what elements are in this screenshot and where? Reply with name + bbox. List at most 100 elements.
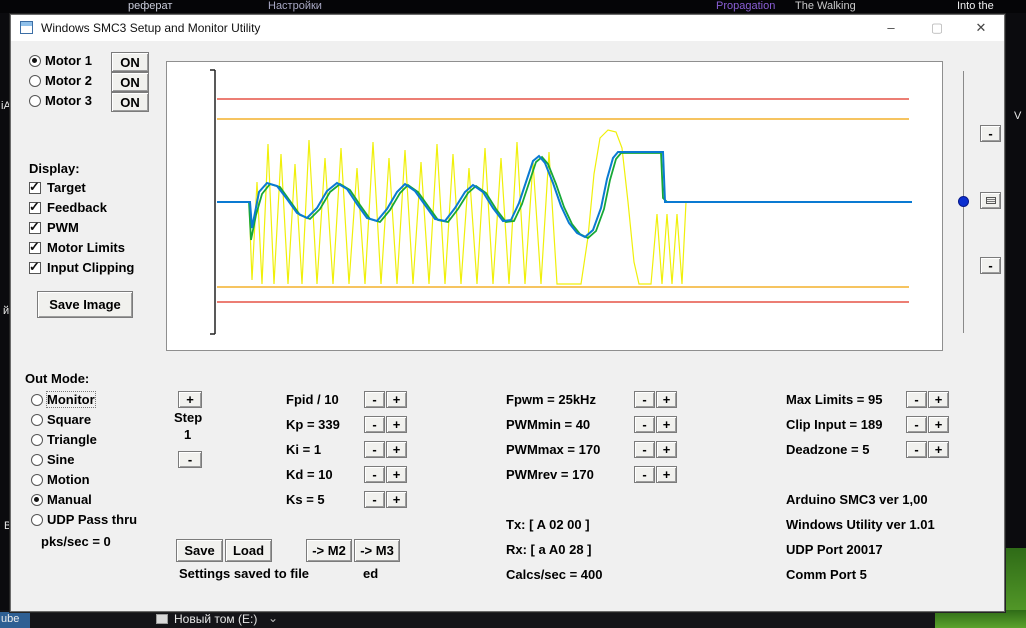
step-plus-button[interactable]: + (178, 391, 202, 408)
fpwm-value: Fpwm = 25kHz (506, 392, 596, 407)
ks-minus-button[interactable]: - (364, 491, 385, 508)
ki-minus-button[interactable]: - (364, 441, 385, 458)
rx-readout: Rx: [ a A0 28 ] (506, 542, 592, 557)
motor-limits-checkbox[interactable] (29, 242, 41, 254)
max-limits-minus-button[interactable]: - (906, 391, 927, 408)
deadzone-minus-button[interactable]: - (906, 441, 927, 458)
kd-minus-button[interactable]: - (364, 466, 385, 483)
pwmmax-plus-button[interactable]: + (656, 441, 677, 458)
motor1-label: Motor 1 (45, 53, 92, 68)
out-mode-motion-label: Motion (47, 472, 90, 487)
save-image-button[interactable]: Save Image (37, 291, 133, 318)
step-label: Step (174, 410, 202, 425)
clip-input-plus-button[interactable]: + (928, 416, 949, 433)
motor3-on-button[interactable]: ON (111, 92, 149, 112)
motor1-radio[interactable] (29, 55, 41, 67)
minimize-button[interactable]: – (874, 17, 908, 39)
pwmmin-plus-button[interactable]: + (656, 416, 677, 433)
out-mode-udp-label: UDP Pass thru (47, 512, 137, 527)
pwmrev-minus-button[interactable]: - (634, 466, 655, 483)
motor-limits-checkbox-label: Motor Limits (47, 240, 125, 255)
wallpaper-green (935, 610, 1026, 628)
background-top-strip: реферат Настройки Propagation The Walkin… (0, 0, 1026, 13)
desktop-icon-text: й (3, 305, 9, 317)
drive-icon (156, 614, 168, 624)
scale-down-button[interactable]: - (980, 257, 1001, 274)
step-value: 1 (184, 427, 191, 442)
deadzone-plus-button[interactable]: + (928, 441, 949, 458)
ki-plus-button[interactable]: + (386, 441, 407, 458)
save-button[interactable]: Save (176, 539, 223, 562)
out-mode-triangle-radio[interactable] (31, 434, 43, 446)
out-mode-monitor-radio[interactable] (31, 394, 43, 406)
step-minus-button[interactable]: - (178, 451, 202, 468)
kd-plus-button[interactable]: + (386, 466, 407, 483)
motor3-radio[interactable] (29, 95, 41, 107)
load-button[interactable]: Load (225, 539, 272, 562)
pwmmax-minus-button[interactable]: - (634, 441, 655, 458)
pwm-checkbox[interactable] (29, 222, 41, 234)
copy-to-m3-button[interactable]: -> M3 (354, 539, 400, 562)
out-mode-motion-radio[interactable] (31, 474, 43, 486)
kp-minus-button[interactable]: - (364, 416, 385, 433)
thumbnail-text: ube (1, 613, 19, 625)
max-limits-plus-button[interactable]: + (928, 391, 949, 408)
close-button[interactable]: ✕ (964, 17, 998, 39)
scale-center-button[interactable] (980, 192, 1001, 209)
taskbar-thumbnail[interactable]: ube (0, 612, 30, 628)
motor2-radio[interactable] (29, 75, 41, 87)
feedback-checkbox-label: Feedback (47, 200, 107, 215)
display-heading: Display: (29, 161, 80, 176)
fpwm-minus-button[interactable]: - (634, 391, 655, 408)
pwmrev-plus-button[interactable]: + (656, 466, 677, 483)
out-mode-triangle-label: Triangle (47, 432, 97, 447)
fpid-value: Fpid / 10 (286, 392, 339, 407)
max-limits-value: Max Limits = 95 (786, 392, 882, 407)
ks-value: Ks = 5 (286, 492, 325, 507)
motor2-on-button[interactable]: ON (111, 72, 149, 92)
out-mode-udp-radio[interactable] (31, 514, 43, 526)
kd-value: Kd = 10 (286, 467, 333, 482)
clip-input-minus-button[interactable]: - (906, 416, 927, 433)
utility-version-text: Windows Utility ver 1.01 (786, 517, 935, 532)
calcs-per-sec-readout: Calcs/sec = 400 (506, 567, 603, 582)
pwmmin-value: PWMmin = 40 (506, 417, 590, 432)
tx-readout: Tx: [ A 02 00 ] (506, 517, 590, 532)
out-mode-manual-radio[interactable] (31, 494, 43, 506)
taskbar-drive-item[interactable]: Новый том (E:) (174, 612, 257, 626)
ki-value: Ki = 1 (286, 442, 321, 457)
fpwm-plus-button[interactable]: + (656, 391, 677, 408)
motor3-label: Motor 3 (45, 93, 92, 108)
out-mode-manual-label: Manual (47, 492, 92, 507)
feedback-checkbox[interactable] (29, 202, 41, 214)
copy-to-m2-button[interactable]: -> M2 (306, 539, 352, 562)
title-bar[interactable]: Windows SMC3 Setup and Monitor Utility –… (11, 15, 1004, 41)
fpid-minus-button[interactable]: - (364, 391, 385, 408)
target-checkbox-label: Target (47, 180, 86, 195)
comm-port-text: Comm Port 5 (786, 567, 867, 582)
motor1-on-button[interactable]: ON (111, 52, 149, 72)
input-clipping-checkbox[interactable] (29, 262, 41, 274)
fpid-plus-button[interactable]: + (386, 391, 407, 408)
scale-slider-handle[interactable] (958, 196, 969, 207)
browser-tab-text: Настройки (268, 0, 322, 12)
out-mode-square-label: Square (47, 412, 91, 427)
scale-up-button[interactable]: - (980, 125, 1001, 142)
app-icon (20, 21, 33, 34)
chevron-down-icon[interactable]: ⌄ (268, 611, 278, 625)
taskbar[interactable]: Новый том (E:) ⌄ (0, 610, 935, 628)
pwmmin-minus-button[interactable]: - (634, 416, 655, 433)
target-checkbox[interactable] (29, 182, 41, 194)
kp-plus-button[interactable]: + (386, 416, 407, 433)
out-mode-square-radio[interactable] (31, 414, 43, 426)
out-mode-monitor-label: Monitor (47, 392, 95, 407)
ks-plus-button[interactable]: + (386, 491, 407, 508)
arduino-version-text: Arduino SMC3 ver 1,00 (786, 492, 928, 507)
kp-value: Kp = 339 (286, 417, 340, 432)
clip-input-value: Clip Input = 189 (786, 417, 882, 432)
out-mode-sine-label: Sine (47, 452, 74, 467)
out-mode-sine-radio[interactable] (31, 454, 43, 466)
status-text-fragment: ed (363, 566, 378, 581)
desktop-icon-text: V (1014, 110, 1021, 122)
maximize-button[interactable]: ▢ (920, 17, 954, 39)
